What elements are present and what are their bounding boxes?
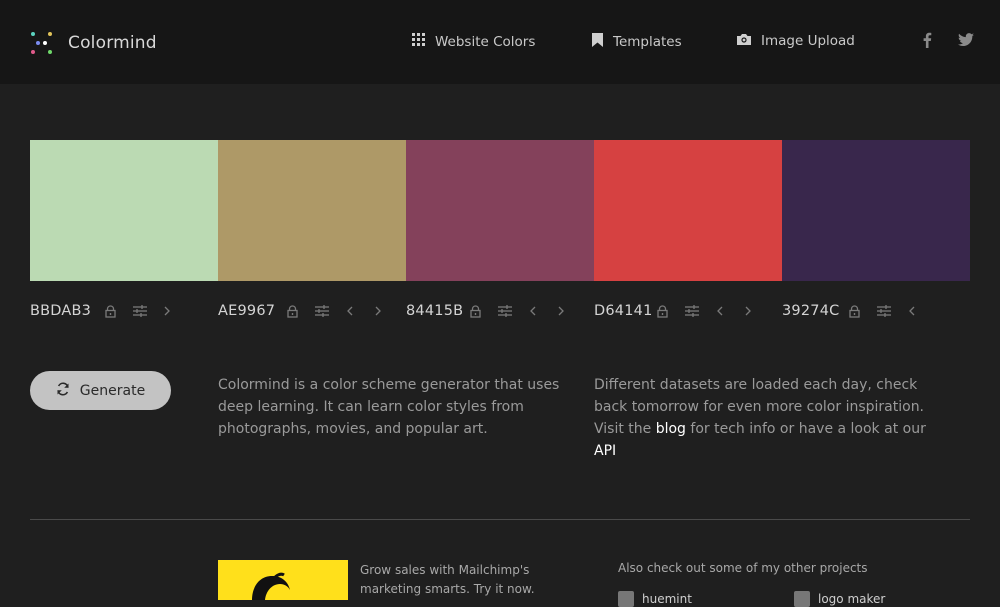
- nav-label: Templates: [613, 34, 682, 50]
- lock-icon[interactable]: [105, 301, 116, 321]
- adjust-sliders-icon[interactable]: [133, 301, 147, 321]
- chevron-left-icon[interactable]: [909, 301, 915, 321]
- top-header: Colormind Website Colors Templates Image…: [0, 0, 1000, 84]
- lock-icon[interactable]: [849, 301, 860, 321]
- generate-label: Generate: [79, 382, 146, 399]
- nav-label: Image Upload: [761, 33, 855, 49]
- hex-value[interactable]: D64141: [594, 303, 653, 319]
- camera-icon: [737, 33, 751, 49]
- chevron-right-icon[interactable]: [375, 301, 381, 321]
- hex-value[interactable]: 39274C: [782, 303, 839, 319]
- facebook-icon: [922, 32, 932, 52]
- color-swatch-5[interactable]: [782, 140, 970, 281]
- adjust-sliders-icon[interactable]: [685, 301, 699, 321]
- brand-name: Colormind: [68, 33, 157, 53]
- twitter-link[interactable]: [958, 32, 974, 51]
- chevron-left-icon[interactable]: [530, 301, 536, 321]
- colormind-logo-icon: [30, 30, 54, 56]
- lock-icon[interactable]: [287, 301, 298, 321]
- hex-value[interactable]: 84415B: [406, 303, 463, 319]
- mailchimp-freddie-icon: [252, 572, 290, 600]
- nav-website-colors[interactable]: Website Colors: [412, 33, 535, 50]
- generate-button[interactable]: Generate: [30, 371, 171, 410]
- chevron-left-icon[interactable]: [347, 301, 353, 321]
- lock-icon[interactable]: [657, 301, 668, 321]
- adjust-sliders-icon[interactable]: [315, 301, 329, 321]
- mailchimp-ad-image[interactable]: [218, 560, 348, 600]
- bookmark-icon: [592, 33, 603, 51]
- color-swatch-2[interactable]: [218, 140, 406, 281]
- hex-value[interactable]: BBDAB3: [30, 303, 91, 319]
- nav-templates[interactable]: Templates: [592, 33, 682, 51]
- swatch-controls-3: 84415B: [406, 301, 594, 321]
- chevron-right-icon[interactable]: [558, 301, 564, 321]
- blog-link[interactable]: blog: [656, 421, 686, 437]
- project-label: logo maker: [818, 592, 886, 606]
- intro-text: Colormind is a color scheme generator th…: [218, 377, 560, 437]
- huemint-icon: [618, 591, 634, 607]
- project-link-huemint[interactable]: huemint: [618, 591, 692, 607]
- nav-label: Website Colors: [435, 33, 536, 50]
- projects-heading: Also check out some of my other projects: [618, 561, 868, 575]
- project-link-logo-maker[interactable]: logo maker: [794, 591, 885, 607]
- project-label: huemint: [642, 592, 692, 606]
- refresh-icon: [56, 381, 70, 400]
- color-swatch-4[interactable]: [594, 140, 782, 281]
- info-text-part: for tech info or have a look at our: [685, 421, 926, 437]
- swatch-controls-1: BBDAB3: [30, 301, 218, 321]
- brand-logo[interactable]: Colormind: [30, 30, 157, 56]
- ad-copy[interactable]: Grow sales with Mailchimp's marketing sm…: [360, 561, 560, 599]
- twitter-icon: [958, 32, 974, 51]
- section-divider: [30, 519, 970, 520]
- color-swatch-3[interactable]: [406, 140, 594, 281]
- swatch-controls-2: AE9967: [218, 301, 406, 321]
- facebook-link[interactable]: [922, 32, 932, 52]
- swatch-controls-4: D64141: [594, 301, 782, 321]
- info-text: Different datasets are loaded each day, …: [594, 374, 929, 462]
- lock-icon[interactable]: [470, 301, 481, 321]
- api-link[interactable]: API: [594, 443, 616, 459]
- chevron-left-icon[interactable]: [717, 301, 723, 321]
- adjust-sliders-icon[interactable]: [498, 301, 512, 321]
- logo-maker-icon: [794, 591, 810, 607]
- chevron-right-icon[interactable]: [164, 301, 170, 321]
- nav-image-upload[interactable]: Image Upload: [737, 33, 855, 49]
- grid-icon: [412, 33, 425, 50]
- hex-value[interactable]: AE9967: [218, 303, 275, 319]
- chevron-right-icon[interactable]: [745, 301, 751, 321]
- color-swatch-1[interactable]: [30, 140, 218, 281]
- adjust-sliders-icon[interactable]: [877, 301, 891, 321]
- swatch-controls-5: 39274C: [782, 301, 970, 321]
